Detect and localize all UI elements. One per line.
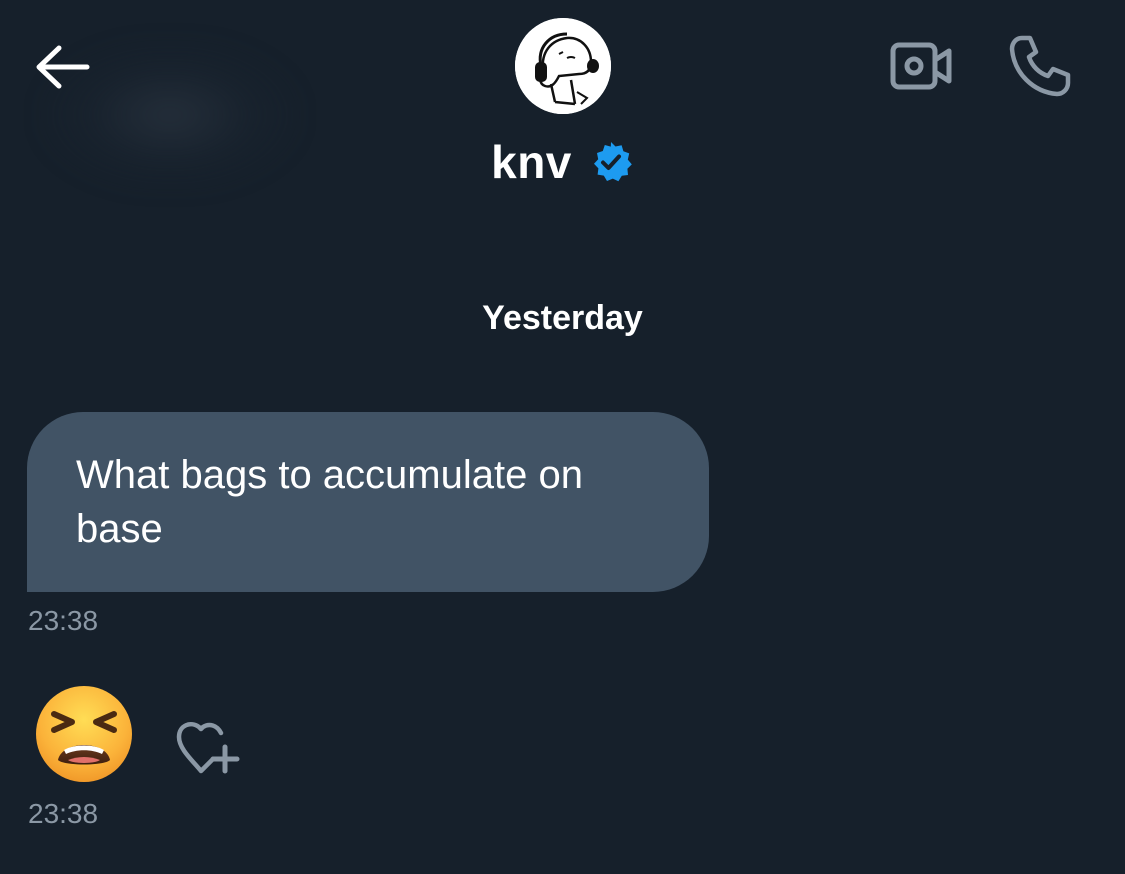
message-bubble[interactable]: What bags to accumulate on base [27, 412, 709, 592]
conversation-header: knv [0, 0, 1125, 220]
arrow-left-icon [36, 45, 90, 89]
contact-name: knv [491, 136, 572, 188]
add-reaction-button[interactable] [172, 716, 244, 782]
voice-call-button[interactable] [1006, 32, 1074, 100]
date-separator: Yesterday [482, 299, 643, 337]
tired-face-emoji[interactable] [34, 684, 134, 784]
phone-icon [1009, 35, 1071, 97]
tired-face-icon [36, 686, 132, 782]
video-call-button[interactable] [888, 38, 954, 94]
video-camera-icon [890, 42, 952, 90]
back-button[interactable] [28, 36, 94, 98]
message-timestamp: 23:38 [28, 605, 99, 636]
verified-badge-icon [588, 139, 634, 185]
contact-name-row[interactable]: knv [0, 134, 1125, 190]
message-text: What bags to accumulate on base [76, 453, 583, 551]
heart-plus-icon [176, 722, 240, 774]
avatar[interactable] [515, 18, 611, 114]
emoji-timestamp: 23:38 [28, 798, 99, 829]
avatar-image [515, 18, 611, 114]
